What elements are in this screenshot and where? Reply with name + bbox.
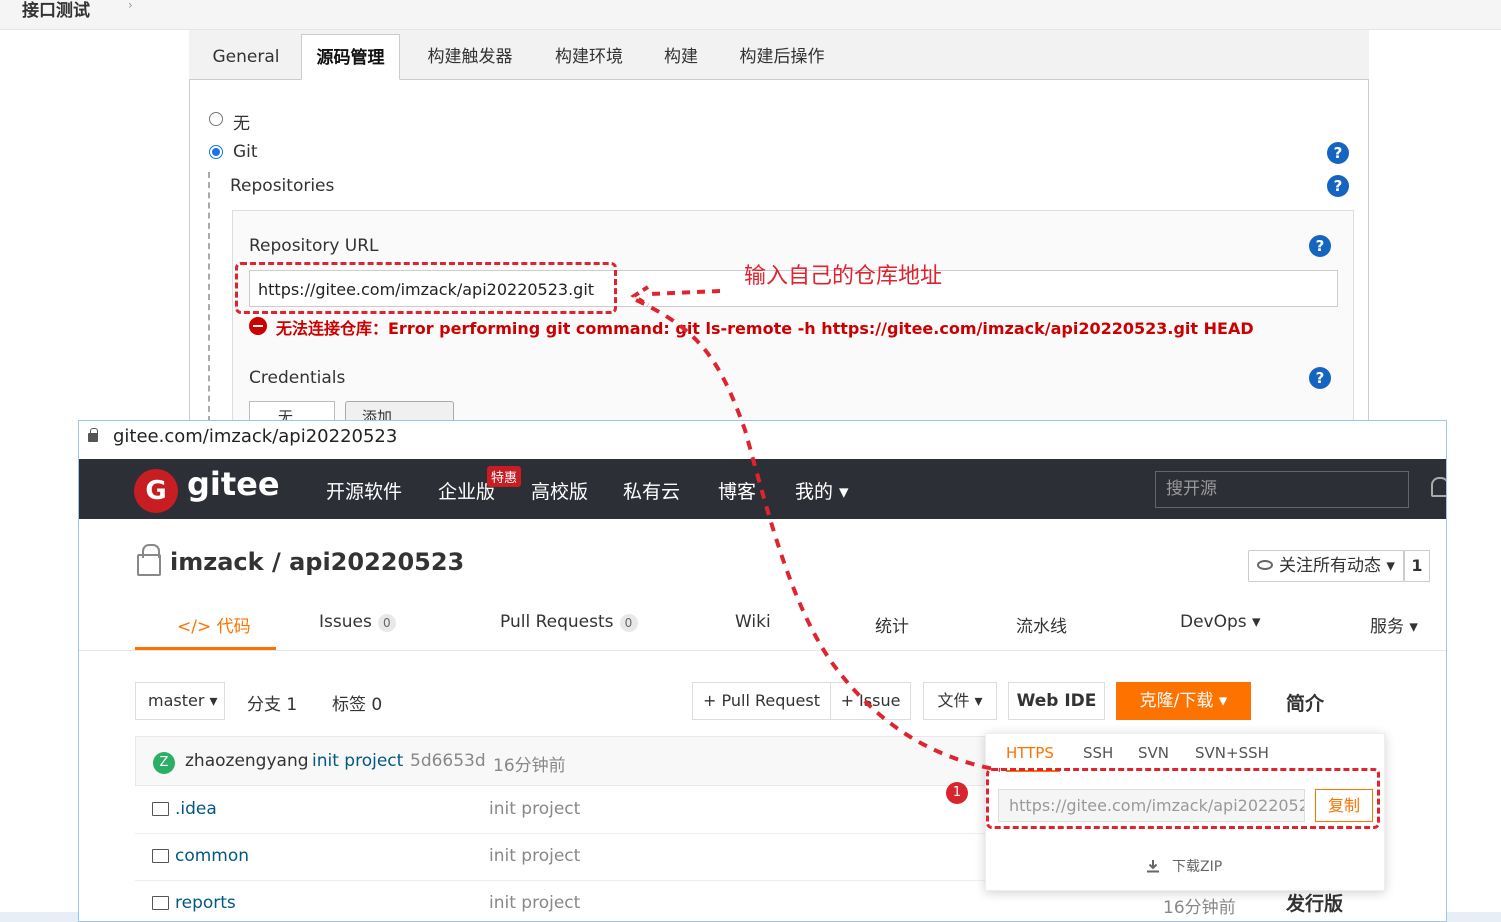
clone-tab-ssh[interactable]: SSH (1083, 744, 1113, 762)
download-icon (1147, 860, 1159, 873)
error-icon (249, 317, 267, 335)
file-commit-message[interactable]: init project (489, 893, 580, 913)
tab-pull-requests[interactable]: Pull Requests 0 (500, 612, 638, 632)
lock-icon (88, 428, 98, 442)
folder-icon (152, 896, 169, 910)
highlight-jenkins-url (235, 262, 617, 314)
file-name[interactable]: .idea (175, 799, 217, 819)
repo-url-label: Repository URL (249, 236, 379, 256)
tab-devops[interactable]: DevOps ▾ (1180, 612, 1261, 632)
new-issue-button[interactable]: + Issue (831, 682, 911, 720)
annotation-step-badge: 1 (946, 782, 968, 804)
repo-title[interactable]: imzack / api20220523 (170, 548, 464, 576)
web-ide-button[interactable]: Web IDE (1008, 682, 1105, 720)
credentials-label: Credentials (249, 368, 346, 388)
highlight-clone-url (986, 768, 1380, 829)
tab-post-build[interactable]: 构建后操作 (726, 34, 838, 80)
tab-wiki[interactable]: Wiki (735, 612, 771, 632)
browser-url[interactable]: gitee.com/imzack/api20220523 (113, 426, 397, 447)
file-time: 16分钟前 (1163, 898, 1236, 918)
file-commit-message[interactable]: init project (489, 799, 580, 819)
browser-window: gitee.com/imzack/api20220523 G gitee 开源软… (78, 420, 1447, 922)
repositories-help-icon[interactable]: ? (1327, 175, 1349, 197)
pr-count: 0 (619, 614, 638, 632)
tab-build-triggers[interactable]: 构建触发器 (414, 34, 526, 80)
watch-count[interactable]: 1 (1404, 550, 1430, 582)
eye-icon (1257, 560, 1273, 570)
breadcrumb-project[interactable]: 接口测试 (22, 0, 90, 21)
clone-tab-svn[interactable]: SVN (1138, 744, 1169, 762)
issues-count: 0 (377, 614, 396, 632)
file-menu-button[interactable]: 文件 ▾ (923, 682, 997, 720)
commit-time: 16分钟前 (493, 756, 566, 776)
repo-error-message: 无法连接仓库：Error performing git command: git… (276, 319, 1254, 338)
search-input[interactable]: 搜开源 (1155, 471, 1409, 508)
file-commit-message[interactable]: init project (489, 846, 580, 866)
page-bottom-strip (0, 912, 78, 922)
annotation-note: 输入自己的仓库地址 (744, 264, 943, 289)
nav-blog[interactable]: 博客 (718, 477, 756, 504)
download-zip-link[interactable]: 下载ZIP (1172, 856, 1222, 876)
branches-link[interactable]: 分支 1 (247, 690, 297, 715)
nav-private-cloud[interactable]: 私有云 (623, 477, 680, 504)
promo-badge: 特惠 (487, 466, 522, 487)
gitee-logo-icon[interactable]: G (134, 469, 178, 513)
gitee-logo-text[interactable]: gitee (187, 465, 280, 503)
tab-issues[interactable]: Issues 0 (319, 612, 396, 632)
tags-link[interactable]: 标签 0 (332, 690, 382, 715)
tab-separator (79, 650, 1446, 651)
folder-icon (152, 802, 169, 816)
nav-mine[interactable]: 我的 ▾ (795, 477, 849, 504)
scm-git-radio[interactable] (209, 145, 223, 159)
scm-none-radio[interactable] (209, 112, 223, 126)
tab-build-env[interactable]: 构建环境 (542, 34, 636, 80)
tab-stats[interactable]: 统计 (875, 612, 909, 637)
nav-education[interactable]: 高校版 (531, 477, 588, 504)
commit-author[interactable]: zhaozengyang (185, 751, 309, 771)
file-name[interactable]: reports (175, 893, 236, 913)
tab-pr-label: Pull Requests (500, 612, 614, 632)
tab-issues-label: Issues (319, 612, 372, 632)
branch-select[interactable]: master ▾ (135, 682, 225, 720)
release-heading: 发行版 (1286, 893, 1344, 915)
commit-message[interactable]: init project (312, 751, 403, 771)
git-section-divider (208, 172, 210, 422)
file-name[interactable]: common (175, 846, 249, 866)
repositories-label: Repositories (230, 176, 335, 196)
page-bottom-strip-right (1447, 912, 1501, 922)
tab-code[interactable]: </> 代码 (177, 612, 251, 637)
credentials-help-icon[interactable]: ? (1309, 367, 1331, 389)
tab-general[interactable]: General (204, 34, 288, 80)
tab-scm[interactable]: 源码管理 (301, 34, 400, 80)
tab-build[interactable]: 构建 (652, 34, 710, 80)
breadcrumb-arrow-icon[interactable]: › (128, 0, 133, 12)
nav-open-source[interactable]: 开源软件 (326, 477, 402, 504)
scm-none-label: 无 (233, 114, 250, 134)
clone-tab-svn-ssh[interactable]: SVN+SSH (1195, 744, 1269, 762)
clone-tab-https[interactable]: HTTPS (1006, 744, 1054, 762)
tab-pipeline[interactable]: 流水线 (1016, 612, 1067, 637)
git-help-icon[interactable]: ? (1327, 142, 1349, 164)
private-lock-icon (137, 544, 161, 576)
tab-services[interactable]: 服务 ▾ (1370, 612, 1418, 637)
avatar[interactable]: Z (153, 752, 175, 774)
commit-hash[interactable]: 5d6653d (410, 751, 486, 771)
repo-url-help-icon[interactable]: ? (1309, 235, 1331, 257)
bell-icon[interactable] (1431, 477, 1446, 497)
jenkins-top-bar (0, 0, 1501, 30)
scm-git-label: Git (233, 142, 258, 162)
new-pull-request-button[interactable]: + Pull Request (692, 682, 831, 720)
folder-icon (152, 849, 169, 863)
intro-heading: 简介 (1286, 693, 1325, 715)
clone-download-button[interactable]: 克隆/下载 ▾ (1116, 682, 1251, 720)
